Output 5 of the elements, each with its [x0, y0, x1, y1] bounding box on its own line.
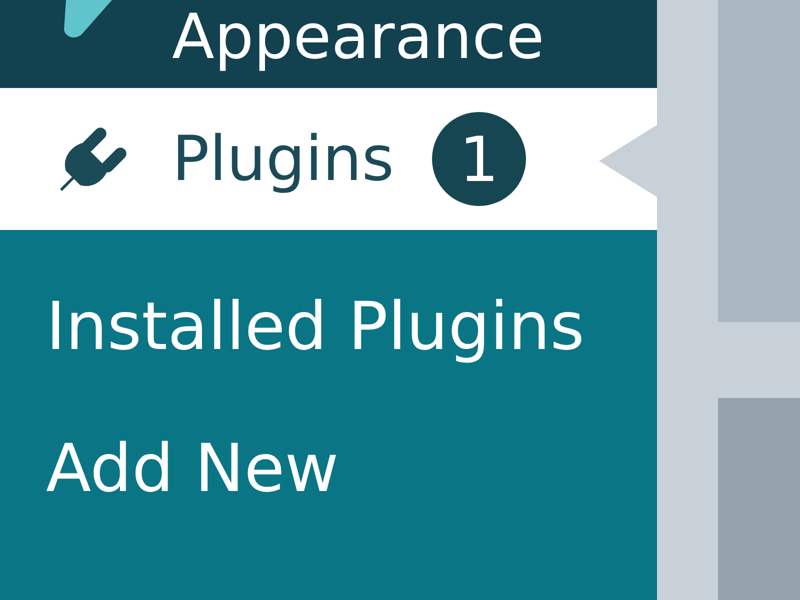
menu-item[interactable]: Appearance [0, 0, 657, 88]
menu-item[interactable]: Plugins 1 [0, 88, 657, 230]
count-badge: 1 [432, 112, 526, 206]
submenu-item[interactable]: Add New [46, 436, 657, 502]
menu-pointer [599, 125, 657, 197]
